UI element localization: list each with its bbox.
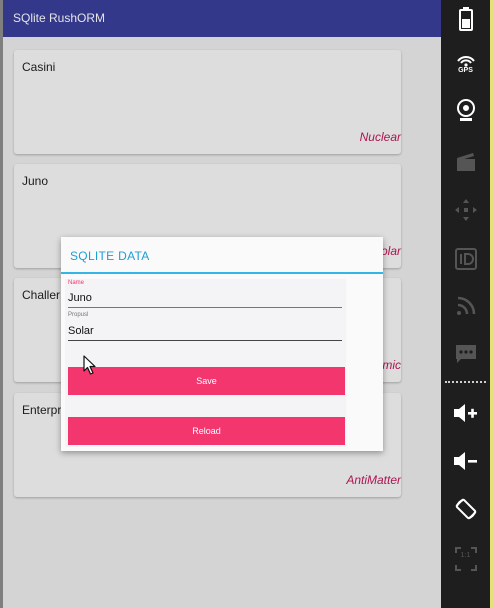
volume-up-icon[interactable] [441, 400, 490, 426]
dialog-title: SQLITE DATA [70, 249, 150, 263]
rss-broadcast-icon[interactable] [441, 294, 490, 318]
mouse-pointer-icon [83, 355, 96, 375]
gps-label: GPS [458, 66, 473, 74]
rotate-screen-icon[interactable] [441, 496, 490, 522]
dialog-title-divider [61, 272, 383, 274]
propulsion-field-underline [68, 340, 342, 341]
gps-icon[interactable]: GPS [441, 50, 490, 78]
media-clapper-icon[interactable] [441, 151, 490, 173]
zoom-fit-icon[interactable]: 1:1 [441, 544, 490, 574]
name-field[interactable]: Juno [68, 292, 92, 304]
battery-icon[interactable] [441, 6, 490, 32]
dialog-form: Name Juno Propusl Solar Save Reload [65, 279, 346, 447]
volume-down-icon[interactable] [441, 448, 490, 474]
reload-button[interactable]: Reload [68, 417, 345, 445]
propulsion-label: Propusl [68, 312, 89, 318]
name-field-underline [68, 307, 342, 308]
emulator-toolbar: GPS 1:1 [441, 0, 490, 608]
name-label: Name [68, 280, 85, 286]
save-button[interactable]: Save [68, 367, 345, 395]
sms-message-icon[interactable] [441, 342, 490, 366]
zoom-ratio-label: 1:1 [460, 552, 471, 559]
dpad-move-icon[interactable] [441, 197, 490, 223]
sqlite-data-dialog: SQLITE DATA Name Juno Propusl Solar Save… [61, 237, 383, 451]
device-id-icon[interactable] [441, 247, 490, 271]
webcam-icon[interactable] [441, 98, 490, 124]
propulsion-field[interactable]: Solar [68, 325, 94, 337]
toolbar-separator [445, 381, 486, 383]
emulator-screen: SQlite RushORM Casini Nuclear Juno Solar… [3, 0, 441, 608]
